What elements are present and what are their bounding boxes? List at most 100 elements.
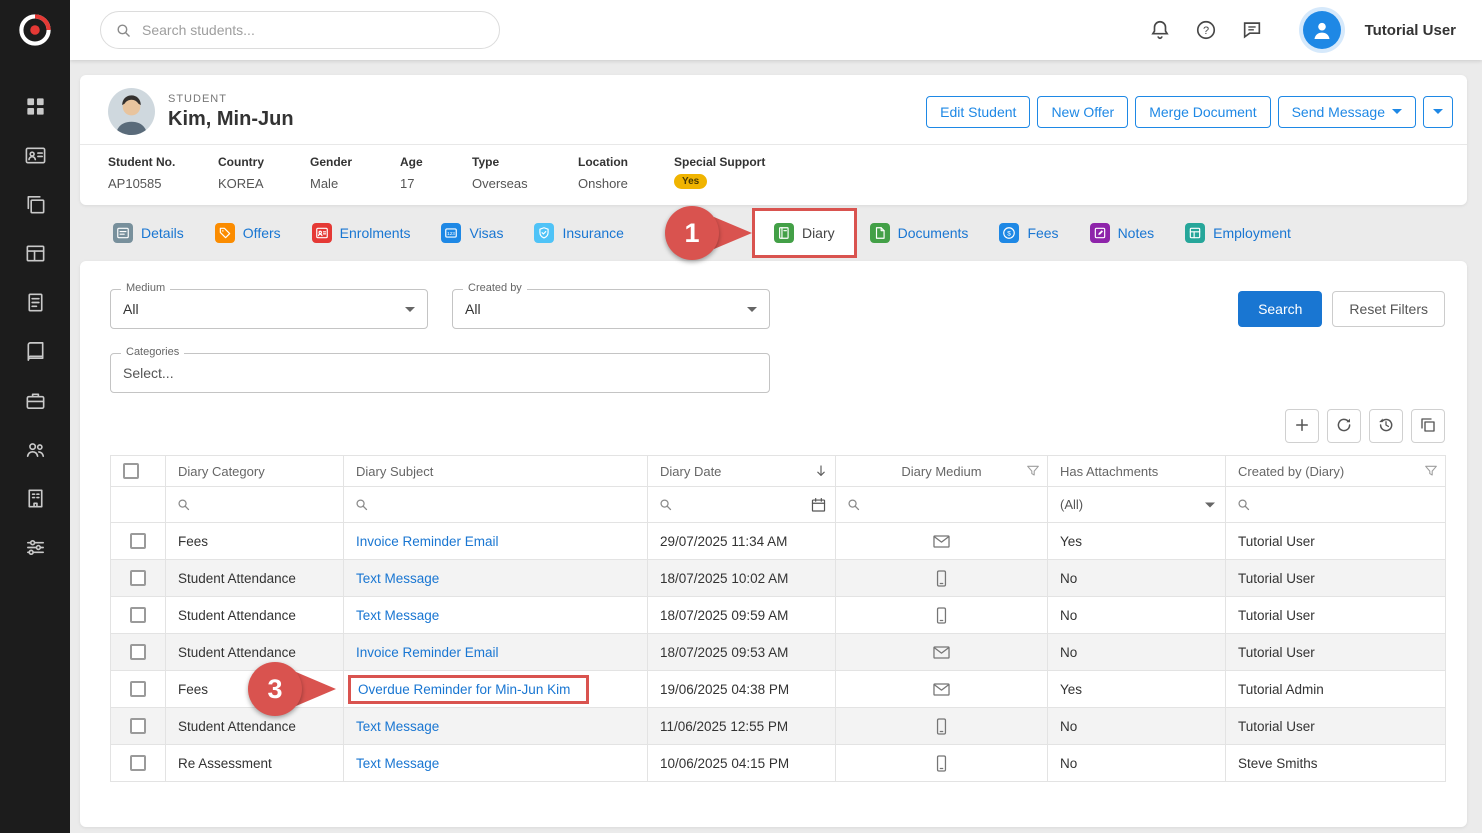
sidebar-item-briefcase[interactable] [0,376,70,425]
more-actions-button[interactable] [1423,96,1453,128]
tab-fees[interactable]: $Fees [999,223,1058,243]
row-checkbox[interactable] [130,681,146,697]
diary-table-row: FeesInvoice Reminder Email29/07/2025 11:… [111,523,1446,560]
calendar-icon[interactable] [810,496,827,513]
tab-notes[interactable]: Notes [1090,223,1155,243]
student-search[interactable] [100,11,500,49]
diary-medium-cell [836,634,1048,671]
column-header-has-attachments[interactable]: Has Attachments [1048,456,1226,487]
select-all-checkbox[interactable] [123,463,139,479]
add-button[interactable] [1285,409,1319,443]
user-avatar[interactable] [1303,11,1341,49]
student-section-label: STUDENT [168,93,294,105]
tab-details[interactable]: Details [113,223,184,243]
row-checkbox[interactable] [130,570,146,586]
sidebar-item-settings[interactable] [0,523,70,572]
sidebar-item-student-card[interactable] [0,131,70,180]
has-attachments-cell: Yes [1048,671,1226,708]
sidebar-item-dashboard[interactable] [0,82,70,131]
edit-student-button[interactable]: Edit Student [926,96,1030,128]
row-checkbox[interactable] [130,533,146,549]
diary-category-filter[interactable] [166,487,344,523]
help-icon[interactable]: ? [1195,19,1217,41]
refresh-button[interactable] [1327,409,1361,443]
history-button[interactable] [1369,409,1403,443]
merge-document-button[interactable]: Merge Document [1135,96,1270,128]
column-header-created-by-diary[interactable]: Created by (Diary) [1226,456,1446,487]
chat-icon[interactable] [1241,19,1263,41]
sidebar-item-organisation[interactable] [0,474,70,523]
row-select-cell [111,708,166,745]
student-info-age: Age17 [400,155,472,191]
row-select-cell [111,671,166,708]
filter-empty-cell [111,487,166,523]
send-message-button[interactable]: Send Message [1278,96,1416,128]
diary-subject-link[interactable]: Text Message [356,719,439,734]
tab-enrolments[interactable]: Enrolments [312,223,411,243]
tab-visas[interactable]: 123Visas [441,223,503,243]
categories-select[interactable]: Categories Select... [110,353,770,393]
tab-insurance[interactable]: Insurance [534,223,623,243]
tab-diary[interactable]: 1Diary [752,208,857,258]
column-header-diary-medium[interactable]: Diary Medium [836,456,1048,487]
created-by-diary-filter[interactable] [1226,487,1446,523]
email-envelope-icon [932,680,951,699]
page: ? Tutorial User [0,0,1482,833]
row-select-cell [111,560,166,597]
student-info-student-no: Student No.AP10585 [108,155,218,191]
column-header-diary-subject[interactable]: Diary Subject [344,456,648,487]
app-logo[interactable] [0,0,70,60]
duplicate-icon [1419,416,1437,437]
sidebar-item-people[interactable] [0,425,70,474]
diary-subject-link[interactable]: Text Message [356,756,439,771]
tab-documents[interactable]: Documents [870,223,969,243]
medium-select[interactable]: Medium All [110,289,428,329]
notifications-bell-icon[interactable] [1149,19,1171,41]
new-offer-button[interactable]: New Offer [1037,96,1128,128]
diary-subject-cell: Text Message [344,560,648,597]
diary-date-filter[interactable] [648,487,836,523]
sidebar-item-pages[interactable] [0,180,70,229]
diary-subject-link[interactable]: Overdue Reminder for Min-Jun Kim [348,675,589,704]
documents-tab-icon [870,223,890,243]
visas-tab-icon: 123 [441,223,461,243]
person-icon [1310,18,1334,42]
user-name[interactable]: Tutorial User [1365,22,1456,39]
tab-offers[interactable]: Offers [215,223,281,243]
diary-medium-cell [836,597,1048,634]
search-button[interactable]: Search [1238,291,1322,327]
diary-subject-link[interactable]: Invoice Reminder Email [356,534,499,549]
filter-funnel-icon[interactable] [1025,463,1041,479]
column-header-diary-category[interactable]: Diary Category [166,456,344,487]
student-avatar [108,88,155,135]
diary-subject-link[interactable]: Text Message [356,571,439,586]
diary-subject-cell: Text Message [344,597,648,634]
row-checkbox[interactable] [130,755,146,771]
row-checkbox[interactable] [130,607,146,623]
diary-medium-filter[interactable] [836,487,1048,523]
has-attachments-filter[interactable]: (All) [1048,487,1226,523]
row-checkbox[interactable] [130,718,146,734]
tab-employment[interactable]: Employment [1185,223,1291,243]
search-input[interactable] [142,22,485,38]
diary-subject-link[interactable]: Invoice Reminder Email [356,645,499,660]
topbar: ? Tutorial User [70,0,1482,60]
sort-descending-icon[interactable] [813,463,829,479]
row-select-cell [111,523,166,560]
row-checkbox[interactable] [130,644,146,660]
student-tabs: Details Offers Enrolments 123Visas Insurance… [80,205,1467,261]
diary-subject-link[interactable]: Text Message [356,608,439,623]
diary-medium-cell [836,523,1048,560]
sidebar-item-book[interactable] [0,327,70,376]
column-header-diary-date[interactable]: Diary Date [648,456,836,487]
diary-subject-filter[interactable] [344,487,648,523]
sidebar-item-layout[interactable] [0,229,70,278]
diary-subject-cell: 3Overdue Reminder for Min-Jun Kim [344,671,648,708]
diary-date-cell: 10/06/2025 04:15 PM [648,745,836,782]
sidebar-item-invoice[interactable] [0,278,70,327]
duplicate-button[interactable] [1411,409,1445,443]
created-by-select[interactable]: Created by All [452,289,770,329]
reset-filters-button[interactable]: Reset Filters [1332,291,1445,327]
filter-funnel-icon[interactable] [1423,463,1439,479]
diary-table-row: Fees3Overdue Reminder for Min-Jun Kim19/… [111,671,1446,708]
